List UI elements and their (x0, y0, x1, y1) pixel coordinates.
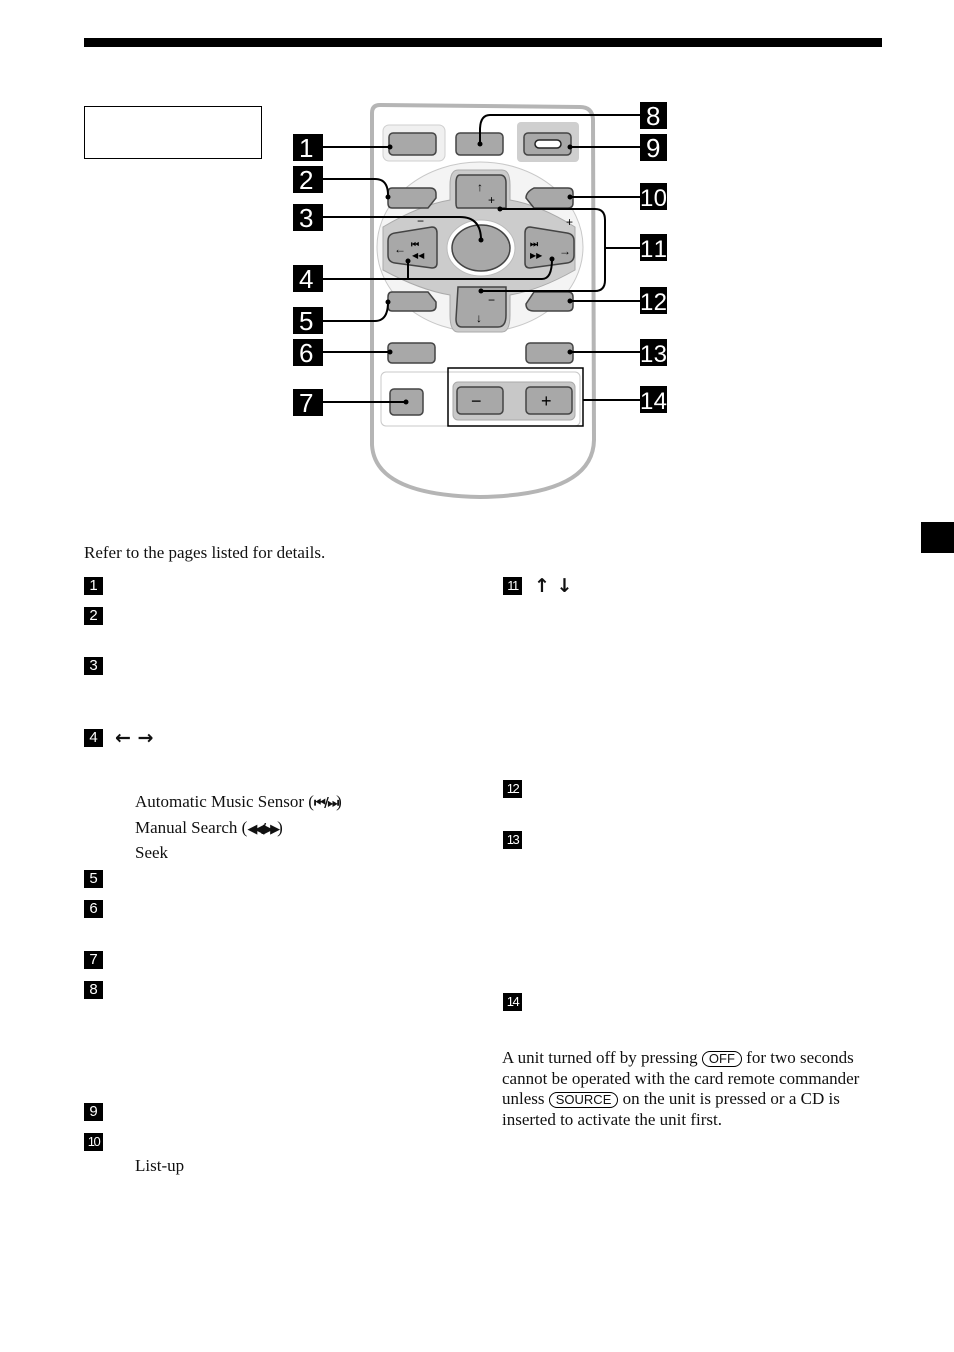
callout-9: 9 (646, 133, 660, 163)
button-13 (525, 342, 574, 364)
down-arrow-icon: ↓ (476, 311, 482, 325)
fast-forward-icon: ▶▶ (530, 251, 543, 260)
button-2 (387, 187, 437, 209)
list-item-2: 2 (84, 607, 103, 625)
up-arrow-icon: ↑ (477, 180, 483, 194)
section-label-box (84, 106, 262, 159)
ams-line: Automatic Music Sensor (⏮ / ⏭) (135, 792, 342, 811)
plus-glyph: + (488, 193, 495, 207)
list-item-13: 13 (503, 831, 522, 849)
button-1 (388, 132, 437, 156)
item-number: 4 (84, 729, 103, 747)
manual-search-line: Manual Search (◀◀/▶▶) (135, 817, 283, 837)
item-number: 8 (84, 981, 103, 999)
list-item-1: 1 (84, 577, 103, 595)
callout-7: 7 (299, 388, 313, 418)
list-item-4: 4 ← → (84, 727, 154, 749)
item-number: 10 (84, 1133, 103, 1151)
callout-13: 13 (640, 341, 667, 368)
item-number: 5 (84, 870, 103, 888)
callout-6: 6 (299, 338, 313, 368)
callout-12: 12 (640, 289, 667, 316)
callouts-right: 8 9 10 11 12 13 14 (640, 101, 667, 415)
plus-icon: + (541, 391, 552, 411)
off-key-label: OFF (701, 1051, 742, 1067)
item-number: 11 (503, 577, 522, 595)
callout-1: 1 (299, 133, 313, 163)
left-right-arrows-icon: ← → (115, 727, 154, 749)
callout-3: 3 (299, 203, 313, 233)
remote-diagram: ↑ + − ↓ ← ⏮ ◀◀ ⏭ ▶▶ → − + − + 1 2 3 4 5 … (293, 101, 667, 500)
callouts-left: 1 2 3 4 5 6 7 (293, 133, 323, 418)
intro-text: Refer to the pages listed for details. (84, 543, 326, 562)
callout-10: 10 (640, 185, 667, 212)
minus-icon: − (471, 391, 482, 411)
seek-line: Seek (135, 843, 169, 862)
section-side-tab (921, 522, 954, 553)
callout-14: 14 (640, 388, 667, 415)
item-10-details: List-up (135, 1156, 185, 1175)
item-number: 2 (84, 607, 103, 625)
callout-11: 11 (640, 236, 667, 263)
item-number: 12 (503, 780, 522, 798)
button-12 (525, 291, 574, 312)
list-item-11: 11 ↑ ↓ (503, 575, 573, 597)
list-item-3: 3 (84, 657, 103, 675)
right-arrow-icon: → (559, 244, 571, 258)
item-number: 7 (84, 951, 103, 969)
left-arrow-icon: ← (394, 242, 406, 256)
item-number: 14 (503, 993, 522, 1011)
item-number: 6 (84, 900, 103, 918)
next-track-icon: ⏭ (530, 239, 539, 249)
list-item-5: 5 (84, 870, 103, 888)
list-item-7: 7 (84, 951, 103, 969)
plus-side-glyph: + (566, 215, 573, 229)
item-number: 9 (84, 1103, 103, 1121)
prev-next-track-icon: ⏮ / ⏭ (313, 796, 339, 811)
list-item-12: 12 (503, 780, 522, 798)
header-rule (84, 38, 882, 47)
prev-track-icon: ⏮ (411, 239, 419, 249)
item-number: 3 (84, 657, 103, 675)
callout-2: 2 (299, 165, 313, 195)
item-number: 1 (84, 577, 103, 595)
list-item-6: 6 (84, 900, 103, 918)
rewind-forward-icon: ◀◀/▶▶ (247, 821, 280, 837)
list-item-8: 8 (84, 981, 103, 999)
up-down-arrows-icon: ↑ ↓ (534, 575, 573, 597)
list-item-9: 9 (84, 1103, 103, 1121)
list-item-10: 10 (84, 1133, 103, 1151)
callout-5: 5 (299, 306, 313, 336)
item-number: 13 (503, 831, 522, 849)
button-10 (525, 187, 574, 209)
button-5 (387, 291, 437, 312)
button-6 (387, 342, 436, 364)
callout-8: 8 (646, 101, 660, 131)
note-paragraph: A unit turned off by pressing OFF for tw… (502, 1048, 860, 1129)
rewind-icon: ◀◀ (412, 251, 425, 260)
source-key-label: SOURCE (548, 1092, 619, 1108)
list-item-14: 14 (503, 993, 522, 1011)
minus-glyph: − (488, 293, 495, 307)
item-4-details: Automatic Music Sensor (⏮ / ⏭) Manual Se… (135, 790, 342, 865)
callout-4: 4 (299, 264, 313, 294)
